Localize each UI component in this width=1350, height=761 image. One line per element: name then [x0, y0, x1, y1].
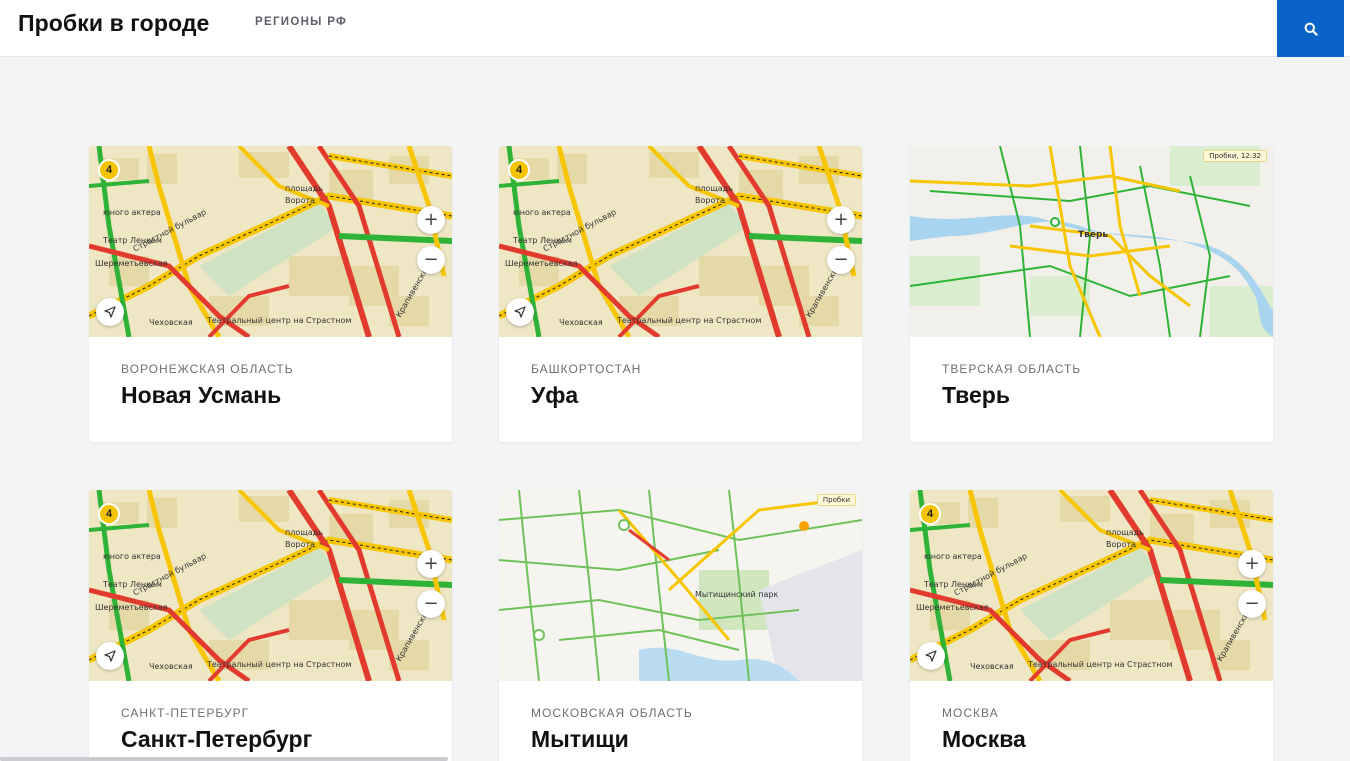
plus-icon: + — [423, 209, 439, 230]
map-label: Ворота — [695, 196, 725, 205]
card-region: МОСКВА — [942, 706, 999, 720]
city-card[interactable]: 4 площадь Ворота юного актера Театр Ленком Ше… — [499, 146, 862, 442]
zoom-out-button[interactable]: − — [1238, 590, 1266, 618]
map-label: Чеховская — [149, 318, 193, 327]
card-city[interactable]: Уфа — [531, 382, 578, 409]
zoom-in-button[interactable]: + — [417, 550, 445, 578]
map-label: площадь — [285, 184, 323, 193]
card-region: САНКТ-ПЕТЕРБУРГ — [121, 706, 250, 720]
minus-icon: − — [1244, 593, 1260, 614]
top-bar: Пробки в городе РЕГИОНЫ РФ — [0, 0, 1350, 57]
map-label: площадь — [285, 528, 323, 537]
plus-icon: + — [1244, 553, 1260, 574]
map-label: Чеховская — [970, 662, 1014, 671]
traffic-map[interactable]: 4 площадь Ворота юного актера Театр Ленком Ше… — [89, 146, 452, 337]
zoom-in-button[interactable]: + — [417, 206, 445, 234]
map-label: Шереметьевская — [95, 259, 168, 268]
map-label: юного актера — [513, 208, 571, 217]
map-label: Шереметьевская — [95, 603, 168, 612]
traffic-level-badge: 4 — [98, 503, 120, 525]
navigation-arrow-icon — [104, 650, 116, 662]
minus-icon: − — [833, 249, 849, 270]
map-label: Театральный центр на Страстном — [1028, 660, 1173, 669]
city-card[interactable]: Пробки Мытищинский парк МОСКОВСКАЯ ОБЛАСТ… — [499, 490, 862, 761]
minus-icon: − — [423, 593, 439, 614]
card-region: ТВЕРСКАЯ ОБЛАСТЬ — [942, 362, 1082, 376]
card-city[interactable]: Мытищи — [531, 726, 629, 753]
map-label: Мытищинский парк — [695, 590, 779, 599]
city-card[interactable]: 4 площадь Ворота юного актера Театр Ленком Ше… — [89, 490, 452, 761]
map-label: Ворота — [1106, 540, 1136, 549]
zoom-out-button[interactable]: − — [417, 246, 445, 274]
search-icon — [1304, 22, 1318, 36]
card-region: МОСКОВСКАЯ ОБЛАСТЬ — [531, 706, 693, 720]
navigation-arrow-icon — [925, 650, 937, 662]
locate-button[interactable] — [96, 642, 124, 670]
traffic-level-badge: 4 — [919, 503, 941, 525]
map-label: Шереметьевская — [916, 603, 989, 612]
city-card[interactable]: 4 площадь Ворота юного актера Театр Ленком Ше… — [910, 490, 1273, 761]
plus-icon: + — [423, 553, 439, 574]
card-city[interactable]: Новая Усмань — [121, 382, 281, 409]
map-label: юного актера — [924, 552, 982, 561]
locate-button[interactable] — [506, 298, 534, 326]
card-city[interactable]: Санкт-Петербург — [121, 726, 312, 753]
map-label: юного актера — [103, 208, 161, 217]
map-label: Театральный центр на Страстном — [207, 660, 352, 669]
locate-button[interactable] — [917, 642, 945, 670]
traffic-map[interactable]: 4 площадь Ворота юного актера Театр Ленком Ше… — [89, 490, 452, 681]
traffic-time-badge: Пробки — [816, 494, 856, 506]
traffic-level-badge: 4 — [98, 159, 120, 181]
horizontal-scrollbar[interactable] — [0, 757, 448, 761]
map-label: Театральный центр на Страстном — [617, 316, 762, 325]
city-card[interactable]: 4 площадь Ворота юного актера Театр Ленком Ше… — [89, 146, 452, 442]
card-city[interactable]: Тверь — [942, 382, 1010, 409]
traffic-map[interactable]: Пробки, 12:32 Тверь — [910, 146, 1273, 337]
traffic-level-badge: 4 — [508, 159, 530, 181]
nav-link-regions[interactable]: РЕГИОНЫ РФ — [255, 16, 347, 28]
zoom-in-button[interactable]: + — [1238, 550, 1266, 578]
locate-button[interactable] — [96, 298, 124, 326]
minus-icon: − — [423, 249, 439, 270]
search-button[interactable] — [1277, 0, 1344, 57]
site-title[interactable]: Пробки в городе — [18, 10, 209, 37]
map-label: Ворота — [285, 540, 315, 549]
map-label: Тверь — [1078, 230, 1109, 240]
traffic-map[interactable]: 4 площадь Ворота юного актера Театр Ленком Ше… — [910, 490, 1273, 681]
card-region: БАШКОРТОСТАН — [531, 362, 642, 376]
map-label: площадь — [695, 184, 733, 193]
map-label: юного актера — [103, 552, 161, 561]
traffic-map[interactable]: 4 площадь Ворота юного актера Театр Ленком Ше… — [499, 146, 862, 337]
traffic-time-badge: Пробки, 12:32 — [1203, 150, 1267, 162]
map-label: Театральный центр на Страстном — [207, 316, 352, 325]
traffic-map[interactable]: Пробки Мытищинский парк — [499, 490, 862, 681]
card-city[interactable]: Москва — [942, 726, 1026, 753]
navigation-arrow-icon — [514, 306, 526, 318]
map-label: Чеховская — [559, 318, 603, 327]
navigation-arrow-icon — [104, 306, 116, 318]
zoom-in-button[interactable]: + — [827, 206, 855, 234]
card-region: ВОРОНЕЖСКАЯ ОБЛАСТЬ — [121, 362, 294, 376]
map-label: Ворота — [285, 196, 315, 205]
zoom-out-button[interactable]: − — [417, 590, 445, 618]
plus-icon: + — [833, 209, 849, 230]
map-label: Чеховская — [149, 662, 193, 671]
zoom-out-button[interactable]: − — [827, 246, 855, 274]
map-label: площадь — [1106, 528, 1144, 537]
map-label: Шереметьевская — [505, 259, 578, 268]
city-card[interactable]: Пробки, 12:32 Тверь ТВЕРСКАЯ ОБЛАСТЬ Твер… — [910, 146, 1273, 442]
